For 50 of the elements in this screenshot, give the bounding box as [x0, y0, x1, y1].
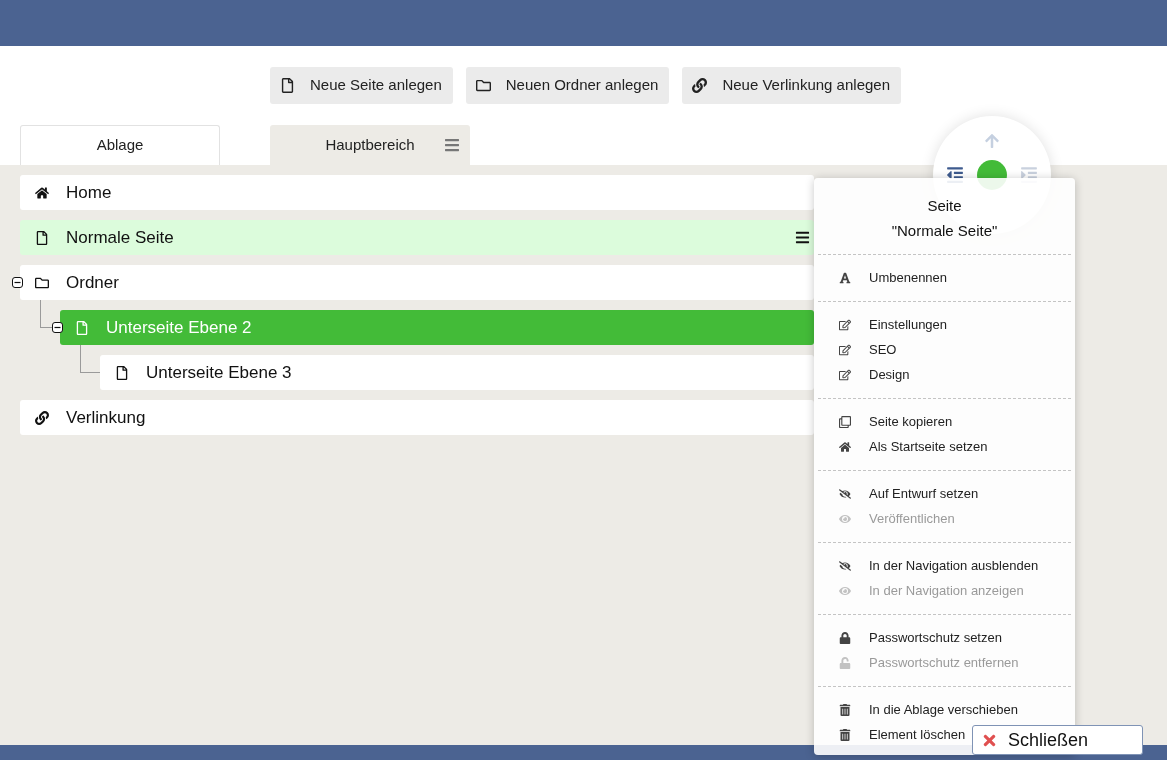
edit-icon [839, 319, 851, 331]
trash-icon [839, 729, 851, 741]
tree-row[interactable]: Unterseite Ebene 3 [100, 355, 814, 390]
menu-item[interactable]: Seite kopieren [814, 409, 953, 435]
edit-icon [839, 369, 851, 381]
font-icon [839, 272, 851, 284]
menu-item[interactable]: Auf Entwurf setzen [814, 481, 979, 507]
edit-icon [839, 344, 851, 356]
menu-subtitle: "Normale Seite" [891, 221, 998, 241]
tree-row[interactable]: Normale Seite [20, 220, 814, 255]
toolbar-button[interactable]: Neue Verlinkung anlegen [682, 67, 901, 104]
eye-icon [839, 585, 851, 597]
toolbar-button[interactable]: Neuen Ordner anlegen [465, 67, 670, 104]
page-icon [115, 365, 129, 380]
trash-icon [839, 704, 851, 716]
menu-title: Seite [927, 196, 962, 216]
menu-item[interactable]: Design [814, 362, 910, 388]
tree-row[interactable]: Home [20, 175, 814, 210]
eye-slash-icon [839, 560, 851, 572]
folder-icon [35, 275, 49, 290]
menu-item[interactable]: In die Ablage verschieben [814, 697, 1018, 723]
unlock-icon [839, 657, 851, 669]
menu-item[interactable]: Einstellungen [814, 312, 948, 338]
menu-item[interactable]: SEO [814, 337, 897, 363]
home-icon [839, 441, 851, 453]
tab[interactable]: Hauptbereich [270, 125, 470, 165]
eye-slash-icon [839, 488, 851, 500]
tree-row[interactable]: Ordner [20, 265, 814, 300]
lock-icon [839, 632, 851, 644]
chain-link-icon [692, 78, 708, 93]
menu-icon[interactable] [795, 230, 810, 245]
tab[interactable]: Ablage [20, 125, 220, 165]
page-icon [280, 78, 295, 93]
menu-item[interactable]: Umbenennen [814, 265, 948, 291]
collapse-toggle-icon[interactable] [52, 322, 63, 333]
menu-item[interactable]: Element löschen [814, 722, 966, 748]
copy-icon [839, 416, 851, 428]
menu-item[interactable]: In der Navigation ausblenden [814, 553, 1039, 579]
page-icon [35, 230, 49, 245]
chain-link-icon [35, 410, 49, 425]
tree-row[interactable]: Verlinkung [20, 400, 814, 435]
toolbar-button[interactable]: Neue Seite anlegen [270, 67, 453, 104]
home-icon [35, 185, 49, 200]
close-button[interactable]: Schließen [972, 725, 1143, 755]
page-icon [75, 320, 89, 335]
eye-icon [839, 513, 851, 525]
folder-icon [475, 78, 491, 93]
menu-item[interactable]: Als Startseite setzen [814, 434, 988, 460]
collapse-toggle-icon[interactable] [12, 277, 23, 288]
menu-item[interactable]: Passwortschutz setzen [814, 625, 1002, 651]
